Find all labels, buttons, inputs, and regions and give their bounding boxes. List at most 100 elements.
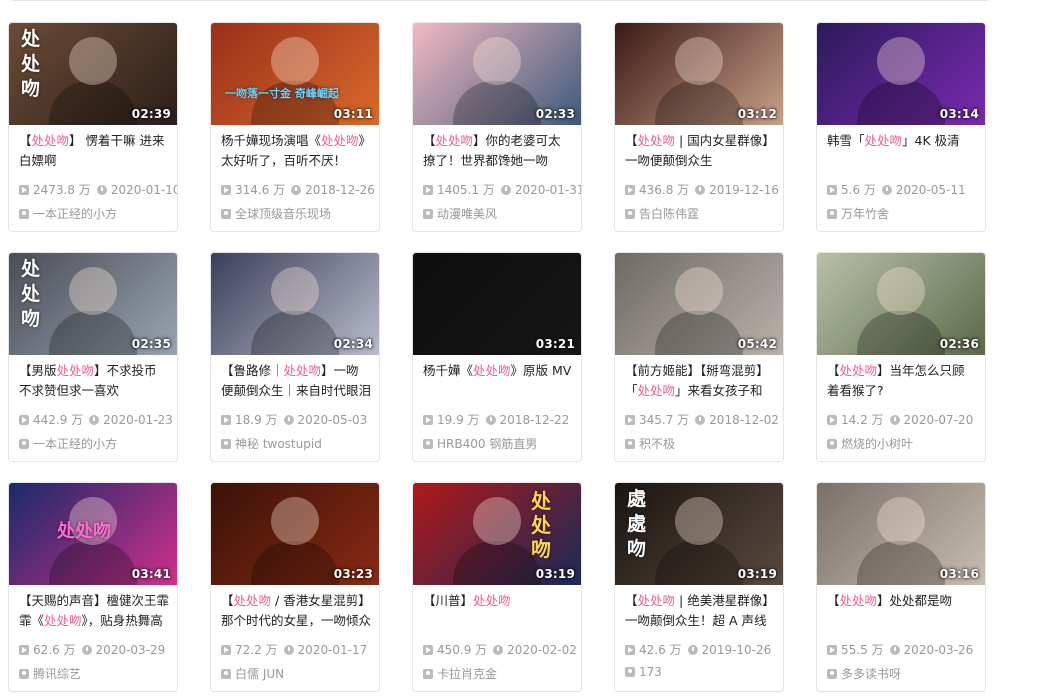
video-title[interactable]: 【川普】处处吻 [423,591,573,633]
uploader-link[interactable]: 万年竹舍 [827,205,889,222]
user-icon [423,209,433,219]
video-title[interactable]: 【处处吻 / 香港女星混剪】那个时代的女星，一吻倾众 [221,591,371,633]
uploader-link[interactable]: 动漫唯美风 [423,205,497,222]
upload-date: 2018-12-02 [695,413,779,427]
uploader-link[interactable]: 一本正经的小方 [19,205,117,222]
video-thumbnail[interactable]: 处处吻 03:41 [9,483,177,585]
video-title[interactable]: 【前方姬能】【掰弯混剪】「处处吻」来看女孩子和女 [625,361,775,403]
title-keyword-highlight: 处处吻 [637,593,676,608]
video-card[interactable]: 处处吻 02:39 【处处吻】 愣着干嘛 进来白嫖啊 2473.8 万 2020-01-… [8,22,178,232]
upload-date-value: 2020-05-03 [297,413,368,427]
video-card[interactable]: 03:21 杨千嬅《处处吻》原版 MV 19.9 万 2018-12-22 HRB400… [412,252,582,462]
play-count: 55.5 万 [827,641,884,658]
play-count-value: 1405.1 万 [437,183,495,197]
video-meta: 72.2 万 2020-01-17 [221,641,373,658]
video-title[interactable]: 韩雪「处处吻」4K 极清 [827,131,977,173]
video-thumbnail[interactable]: 02:33 [413,23,581,125]
clock-icon [687,645,698,655]
video-duration: 03:12 [737,107,777,121]
upload-date-value: 2020-01-10 [110,183,178,197]
play-count: 314.6 万 [221,181,285,198]
uploader-link[interactable]: 一本正经的小方 [19,435,117,452]
video-card[interactable]: 处处吻 03:41 【天赐的声音】檀健次王霏霏《处处吻》，贴身热舞高 62.6 万 20… [8,482,178,692]
video-card[interactable]: 处处吻 02:35 【男版处处吻】不求投币不求赞但求一喜欢 442.9 万 2020-0… [8,252,178,462]
video-thumbnail[interactable]: 处处吻 02:39 [9,23,177,125]
video-thumbnail[interactable]: 处处吻 02:35 [9,253,177,355]
play-count-value: 42.6 万 [639,643,682,657]
clock-icon [89,415,100,425]
video-thumbnail[interactable]: 03:14 [817,23,985,125]
video-duration: 03:16 [939,567,979,581]
uploader-link[interactable]: 全球顶级音乐现场 [221,205,331,222]
uploader-link[interactable]: 多多读书呀 [827,665,901,682]
video-thumbnail[interactable]: 03:12 [615,23,783,125]
video-thumbnail[interactable]: 02:34 [211,253,379,355]
uploader-link[interactable]: 告白陈伟霆 [625,205,699,222]
uploader-link[interactable]: 积不极 [625,435,675,452]
play-count-icon [625,645,635,655]
uploader-name: 神秘 twostupid [235,437,322,451]
uploader-link[interactable]: 腾讯综艺 [19,665,81,682]
user-icon [827,439,837,449]
video-meta: 1405.1 万 2020-01-31 [423,181,581,198]
video-thumbnail[interactable]: 處處吻 03:19 [615,483,783,585]
video-meta: 442.9 万 2020-01-23 [19,411,177,428]
video-title[interactable]: 杨千嬅《处处吻》原版 MV [423,361,573,403]
upload-date-value: 2020-01-23 [103,413,173,427]
title-keyword-highlight: 处处吻 [637,383,676,398]
video-thumbnail[interactable]: 处处吻 03:19 [413,483,581,585]
video-card[interactable]: 处处吻 03:19 【川普】处处吻 450.9 万 2020-02-02 卡拉肖克金 [412,482,582,692]
video-title[interactable]: 【鲁路修｜处处吻】一吻便颠倒众生｜来自时代眼泪的 [221,361,371,403]
video-meta: 345.7 万 2018-12-02 [625,411,783,428]
video-card[interactable]: 03:12 【处处吻 | 国内女星群像】一吻便颠倒众生 436.8 万 2019-12… [614,22,784,232]
uploader-link[interactable]: 神秘 twostupid [221,435,322,452]
video-thumbnail[interactable]: 05:42 [615,253,783,355]
video-card[interactable]: 處處吻 03:19 【处处吻 | 绝美港星群像】一吻颠倒众生！超 A 声线和 42.6… [614,482,784,692]
thumbnail-figure-body [857,541,945,585]
uploader-link[interactable]: 卡拉肖克金 [423,665,497,682]
thumbnail-figure-body [655,81,743,125]
video-title[interactable]: 杨千嬅现场演唱《处处吻》太好听了，百听不厌！ [221,131,371,173]
video-card[interactable]: 03:14 韩雪「处处吻」4K 极清 5.6 万 2020-05-11 万年竹舍 [816,22,986,232]
video-card[interactable]: 03:16 【处处吻】处处都是吻 55.5 万 2020-03-26 多多读书呀 [816,482,986,692]
uploader-link[interactable]: 173 [625,665,662,679]
video-title[interactable]: 【处处吻】你的老婆可太撩了！世界都馋她一吻 [423,131,573,173]
clock-icon [695,415,706,425]
thumbnail-figure [877,497,925,545]
video-title[interactable]: 【处处吻】当年怎么只顾着看猴了? [827,361,977,403]
uploader-name: 积不极 [639,437,676,451]
clock-icon [695,185,706,195]
video-thumbnail[interactable]: 03:21 [413,253,581,355]
video-duration: 03:19 [737,567,777,581]
video-title[interactable]: 【处处吻】 愣着干嘛 进来白嫖啊 [19,131,169,173]
video-title[interactable]: 【处处吻 | 国内女星群像】一吻便颠倒众生 [625,131,775,173]
video-meta: 436.8 万 2019-12-16 [625,181,783,198]
video-thumbnail[interactable]: 03:16 [817,483,985,585]
video-title[interactable]: 【男版处处吻】不求投币不求赞但求一喜欢 [19,361,169,403]
video-thumbnail[interactable]: 03:23 [211,483,379,585]
video-card[interactable]: 05:42 【前方姬能】【掰弯混剪】「处处吻」来看女孩子和女 345.7 万 2018… [614,252,784,462]
title-prefix: 【 [221,593,234,608]
video-card[interactable]: 02:33 【处处吻】你的老婆可太撩了！世界都馋她一吻 1405.1 万 2020-0… [412,22,582,232]
title-keyword-highlight: 处处吻 [435,133,474,148]
video-card[interactable]: 一吻落一寸金 奇峰崛起 03:11 杨千嬅现场演唱《处处吻》太好听了，百听不厌！ 31… [210,22,380,232]
uploader-name: 白儒 JUN [235,667,285,681]
uploader-link[interactable]: 白儒 JUN [221,665,284,682]
thumbnail-figure-body [251,541,339,585]
clock-icon [500,185,511,195]
uploader-name: 173 [639,665,662,679]
title-keyword-highlight: 处处吻 [637,133,676,148]
video-card[interactable]: 02:34 【鲁路修｜处处吻】一吻便颠倒众生｜来自时代眼泪的 18.9 万 2020-… [210,252,380,462]
video-title[interactable]: 【天赐的声音】檀健次王霏霏《处处吻》，贴身热舞高 [19,591,169,633]
video-thumbnail[interactable]: 02:36 [817,253,985,355]
video-card[interactable]: 02:36 【处处吻】当年怎么只顾着看猴了? 14.2 万 2020-07-20 燃烧的… [816,252,986,462]
video-title[interactable]: 【处处吻】处处都是吻 [827,591,977,633]
uploader-link[interactable]: 燃烧的小树叶 [827,435,913,452]
video-card[interactable]: 03:23 【处处吻 / 香港女星混剪】那个时代的女星，一吻倾众 72.2 万 202… [210,482,380,692]
uploader-link[interactable]: HRB400 钢筋直男 [423,435,537,452]
title-suffix: 」4K 极清 [902,133,960,148]
video-thumbnail[interactable]: 一吻落一寸金 奇峰崛起 03:11 [211,23,379,125]
video-title[interactable]: 【处处吻 | 绝美港星群像】一吻颠倒众生！超 A 声线和 [625,591,775,633]
clock-icon [291,185,302,195]
uploader-name: 一本正经的小方 [33,207,118,221]
